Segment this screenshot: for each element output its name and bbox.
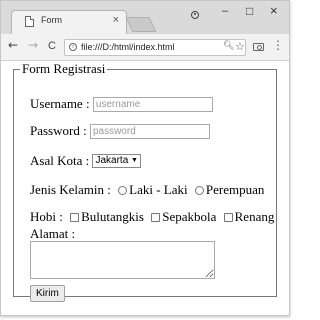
checkbox-renang-label[interactable]: Renang <box>235 209 275 224</box>
menu-icon[interactable]: ⋮ <box>272 38 284 52</box>
close-window-button[interactable]: × <box>270 3 278 18</box>
info-icon[interactable]: i <box>69 43 77 51</box>
gender-label: Jenis Kelamin : <box>30 182 111 198</box>
minimize-button[interactable]: – <box>222 5 228 17</box>
username-row: Username : <box>30 95 213 112</box>
dropdown-arrow-icon: ▼ <box>131 157 138 165</box>
checkbox-bulutangkis[interactable] <box>70 212 80 222</box>
form-legend: Form Registrasi <box>22 61 106 76</box>
page-content: Form Registrasi Username : Password : As… <box>1 61 289 315</box>
toolbar: ← → C i file:///D:/html/index.html 🔍︎ ☆ … <box>1 34 289 61</box>
radio-laki-laki[interactable] <box>118 185 128 195</box>
checkbox-sepakbola-label[interactable]: Sepakbola <box>162 209 216 224</box>
radio-perempuan[interactable] <box>194 185 204 195</box>
forward-button[interactable]: → <box>28 38 38 52</box>
alamat-label: Alamat : <box>30 226 76 242</box>
alamat-row: Alamat : <box>30 225 75 242</box>
checkbox-bulutangkis-label[interactable]: Bulutangkis <box>81 209 144 224</box>
back-button[interactable]: ← <box>8 38 18 52</box>
password-label: Password : <box>30 123 87 139</box>
username-label: Username : <box>30 96 90 112</box>
document-icon <box>25 16 34 27</box>
browser-window: Form × – □ × ← → C i file:///D:/html/ind… <box>0 0 290 316</box>
hobi-row: Hobi : Bulutangkis Sepakbola Renang <box>30 208 274 225</box>
kota-select[interactable]: Jakarta ▼ <box>92 154 141 169</box>
star-icon[interactable]: ☆ <box>235 40 245 53</box>
tab-form[interactable]: Form × <box>11 10 127 34</box>
password-input[interactable] <box>89 123 210 139</box>
kota-row: Asal Kota : Jakarta ▼ <box>30 152 141 169</box>
address-bar[interactable]: i file:///D:/html/index.html 🔍︎ ☆ <box>64 39 246 56</box>
gender-row: Jenis Kelamin : Laki - Laki Perempuan <box>30 181 264 198</box>
checkbox-renang[interactable] <box>223 212 233 222</box>
reload-button[interactable]: C <box>48 40 56 52</box>
new-tab-button[interactable] <box>125 17 157 32</box>
password-row: Password : <box>30 122 210 139</box>
kota-selected: Jakarta <box>95 155 129 167</box>
camera-icon[interactable] <box>253 43 264 51</box>
url-text: file:///D:/html/index.html <box>81 42 175 52</box>
hobi-label: Hobi : <box>30 209 63 225</box>
tab-close-icon[interactable]: × <box>113 14 119 26</box>
radio-laki-laki-label[interactable]: Laki - Laki <box>129 182 187 197</box>
checkbox-sepakbola[interactable] <box>151 212 161 222</box>
zoom-icon[interactable]: 🔍︎ <box>223 41 234 51</box>
submit-button[interactable]: Kirim <box>30 285 65 302</box>
radio-perempuan-label[interactable]: Perempuan <box>206 182 264 197</box>
alamat-textarea[interactable] <box>30 241 215 279</box>
title-bar: Form × – □ × <box>1 1 289 34</box>
maximize-button[interactable]: □ <box>246 4 253 18</box>
profile-icon[interactable] <box>191 11 199 19</box>
username-input[interactable] <box>92 96 213 112</box>
form-registrasi: Form Registrasi Username : Password : As… <box>13 61 277 302</box>
kota-label: Asal Kota : <box>30 153 90 169</box>
tab-title: Form <box>41 15 62 25</box>
